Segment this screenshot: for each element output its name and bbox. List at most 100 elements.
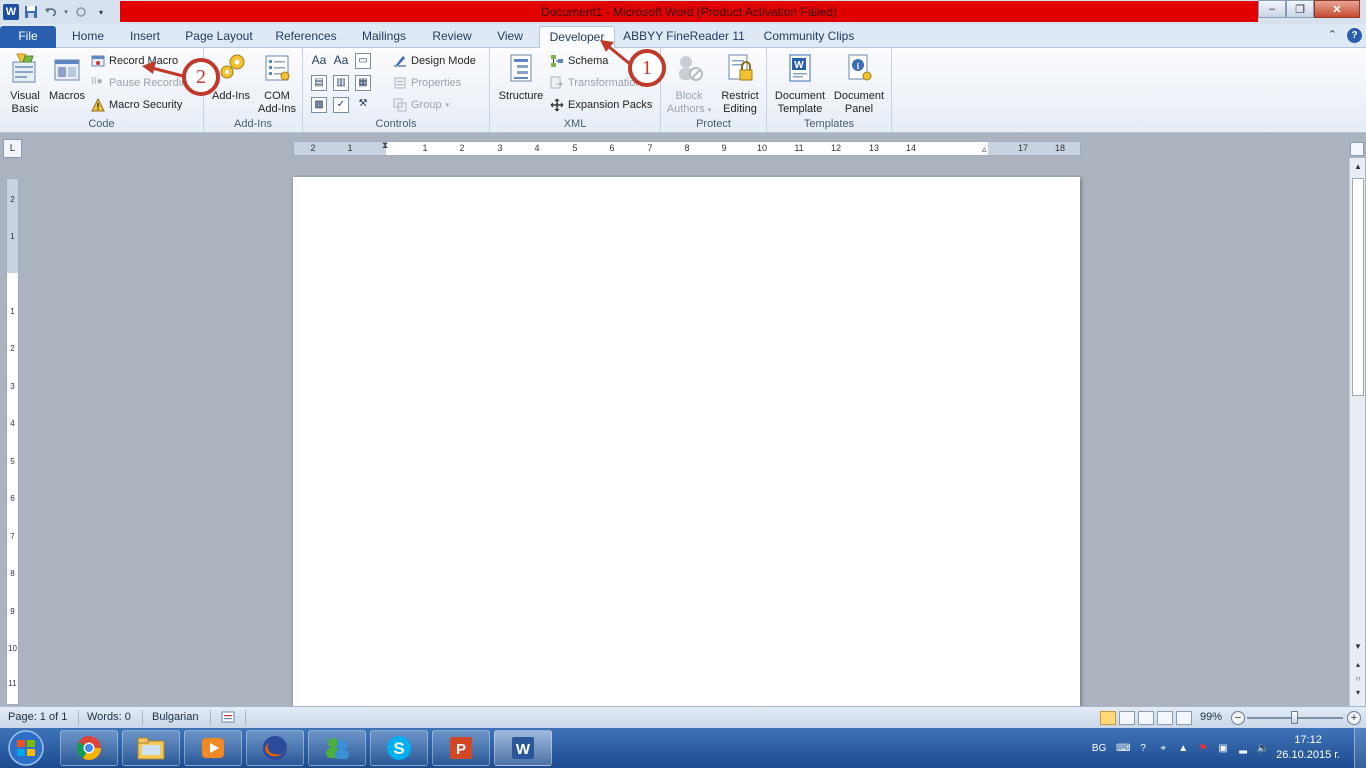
- outline-view-icon[interactable]: [1157, 711, 1173, 725]
- tab-view[interactable]: View: [488, 26, 532, 48]
- zoom-level[interactable]: 99%: [1200, 711, 1222, 723]
- zoom-slider-knob[interactable]: [1291, 711, 1298, 724]
- start-button[interactable]: [4, 729, 48, 767]
- customize-qat-icon[interactable]: ▾: [92, 3, 110, 21]
- ruler-number: 1: [347, 143, 353, 153]
- tab-home[interactable]: Home: [62, 26, 114, 48]
- web-layout-icon[interactable]: [1138, 711, 1154, 725]
- horizontal-ruler[interactable]: 2 1 1 2 3 4 5 6 7 8 9 10 11 12 13 14 17 …: [293, 140, 1081, 156]
- tab-selector-button[interactable]: L: [3, 139, 22, 158]
- media-player-taskbar-button[interactable]: [184, 730, 242, 766]
- keyboard-icon[interactable]: ⌨: [1116, 741, 1130, 755]
- show-desktop-button[interactable]: [1354, 728, 1366, 768]
- macro-security-button[interactable]: Macro Security: [91, 95, 182, 115]
- legacy-tools-icon[interactable]: ⚒: [355, 97, 371, 113]
- device-icon[interactable]: ▣: [1216, 741, 1230, 755]
- redo-icon[interactable]: [72, 3, 90, 21]
- expansion-packs-button[interactable]: Expansion Packs: [550, 95, 652, 115]
- clock[interactable]: 17:12 26.10.2015 г.: [1276, 733, 1340, 763]
- messenger-taskbar-button[interactable]: [308, 730, 366, 766]
- document-template-button[interactable]: W Document Template: [771, 52, 829, 116]
- document-panel-button[interactable]: i Document Panel: [829, 52, 889, 116]
- chrome-taskbar-button[interactable]: [60, 730, 118, 766]
- properties-button[interactable]: Properties: [393, 73, 461, 93]
- plain-text-control-icon[interactable]: Aa: [333, 53, 349, 69]
- tab-file[interactable]: File: [0, 26, 56, 48]
- print-layout-icon[interactable]: [1100, 711, 1116, 725]
- minimize-ribbon-icon[interactable]: ⌃: [1328, 28, 1337, 43]
- word-app-icon[interactable]: W: [2, 3, 20, 21]
- page-count[interactable]: Page: 1 of 1: [8, 711, 67, 723]
- date-picker-control-icon[interactable]: ▩: [311, 97, 327, 113]
- tab-review[interactable]: Review: [424, 26, 480, 48]
- ruler-number: 2: [10, 195, 15, 204]
- pause-recording-button[interactable]: II● Pause Recording: [91, 73, 193, 93]
- powerpoint-taskbar-button[interactable]: P: [432, 730, 490, 766]
- undo-dropdown-icon[interactable]: ▾: [62, 3, 70, 21]
- zoom-in-button[interactable]: +: [1347, 711, 1361, 725]
- block-authors-button[interactable]: Block Authors ▾: [665, 52, 713, 117]
- vertical-scrollbar[interactable]: ▲ ▼ ▴ ○ ▾: [1349, 158, 1365, 706]
- tab-community-clips[interactable]: Community Clips: [756, 26, 862, 48]
- restrict-editing-button[interactable]: Restrict Editing: [715, 52, 765, 116]
- view-ruler-button[interactable]: [1350, 142, 1364, 156]
- com-add-ins-button[interactable]: COM Add-Ins: [254, 52, 300, 116]
- scroll-up-arrow-icon[interactable]: ▲: [1350, 160, 1366, 174]
- previous-page-icon[interactable]: ▴: [1350, 658, 1366, 672]
- undo-icon[interactable]: [42, 3, 60, 21]
- building-block-control-icon[interactable]: ▤: [311, 75, 327, 91]
- tab-page-layout[interactable]: Page Layout: [180, 26, 258, 48]
- restore-button[interactable]: ❐: [1286, 0, 1314, 18]
- left-indent-marker[interactable]: ⧗: [382, 140, 388, 151]
- group-label-templates: Templates: [803, 118, 855, 130]
- zoom-out-button[interactable]: −: [1231, 711, 1245, 725]
- ruler-number: 7: [647, 143, 653, 153]
- input-language-indicator[interactable]: BG: [1088, 741, 1110, 755]
- visual-basic-button[interactable]: Visual Basic: [4, 52, 46, 116]
- select-browse-object-icon[interactable]: ○: [1350, 672, 1366, 686]
- tab-developer[interactable]: Developer: [539, 26, 615, 49]
- tab-mailings[interactable]: Mailings: [352, 26, 416, 48]
- drop-down-control-icon[interactable]: ▦: [355, 75, 371, 91]
- minimize-button[interactable]: –: [1258, 0, 1286, 18]
- check-box-control-icon[interactable]: ✓: [333, 97, 349, 113]
- full-screen-reading-icon[interactable]: [1119, 711, 1135, 725]
- right-indent-marker[interactable]: ▵: [982, 144, 987, 155]
- explorer-taskbar-button[interactable]: [122, 730, 180, 766]
- tab-abbyy-finereader[interactable]: ABBYY FineReader 11: [622, 26, 746, 48]
- next-page-icon[interactable]: ▾: [1350, 686, 1366, 700]
- scrollbar-thumb[interactable]: [1352, 178, 1364, 396]
- help-tray-icon[interactable]: ?: [1136, 741, 1150, 755]
- help-icon[interactable]: ?: [1347, 28, 1362, 43]
- tab-references[interactable]: References: [268, 26, 344, 48]
- structure-button[interactable]: Structure: [494, 52, 548, 103]
- macros-button[interactable]: Macros: [46, 52, 88, 103]
- record-macro-button[interactable]: Record Macro: [91, 51, 178, 71]
- scroll-down-arrow-icon[interactable]: ▼: [1350, 640, 1366, 654]
- tab-insert[interactable]: Insert: [120, 26, 170, 48]
- firefox-taskbar-button[interactable]: [246, 730, 304, 766]
- group-button[interactable]: Group ▾: [393, 95, 449, 115]
- block-authors-icon: [679, 56, 703, 81]
- schema-button[interactable]: Schema: [550, 51, 608, 71]
- language-indicator[interactable]: Bulgarian: [152, 711, 198, 723]
- transformation-button[interactable]: Transformation: [550, 73, 642, 93]
- network-signal-icon[interactable]: ▂: [1236, 741, 1250, 755]
- draft-view-icon[interactable]: [1176, 711, 1192, 725]
- show-hidden-icons-icon[interactable]: ▲: [1176, 741, 1190, 755]
- action-center-flag-icon[interactable]: ⚑: [1196, 741, 1210, 755]
- proofing-icon[interactable]: [221, 710, 235, 727]
- word-taskbar-button[interactable]: W: [494, 730, 552, 766]
- rich-text-control-icon[interactable]: Aa: [311, 53, 327, 69]
- document-page[interactable]: [293, 177, 1080, 707]
- design-mode-button[interactable]: Design Mode: [393, 51, 476, 71]
- save-icon[interactable]: [22, 3, 40, 21]
- ime-icon[interactable]: ⌖: [1156, 741, 1170, 755]
- volume-icon[interactable]: 🔈: [1256, 741, 1270, 755]
- skype-taskbar-button[interactable]: S: [370, 730, 428, 766]
- picture-control-icon[interactable]: ▭: [355, 53, 371, 69]
- word-count[interactable]: Words: 0: [87, 711, 131, 723]
- close-button[interactable]: ✕: [1314, 0, 1360, 18]
- combo-box-control-icon[interactable]: ▥: [333, 75, 349, 91]
- vertical-ruler[interactable]: 2 1 1 2 3 4 5 6 7 8 9 10 11: [6, 178, 19, 705]
